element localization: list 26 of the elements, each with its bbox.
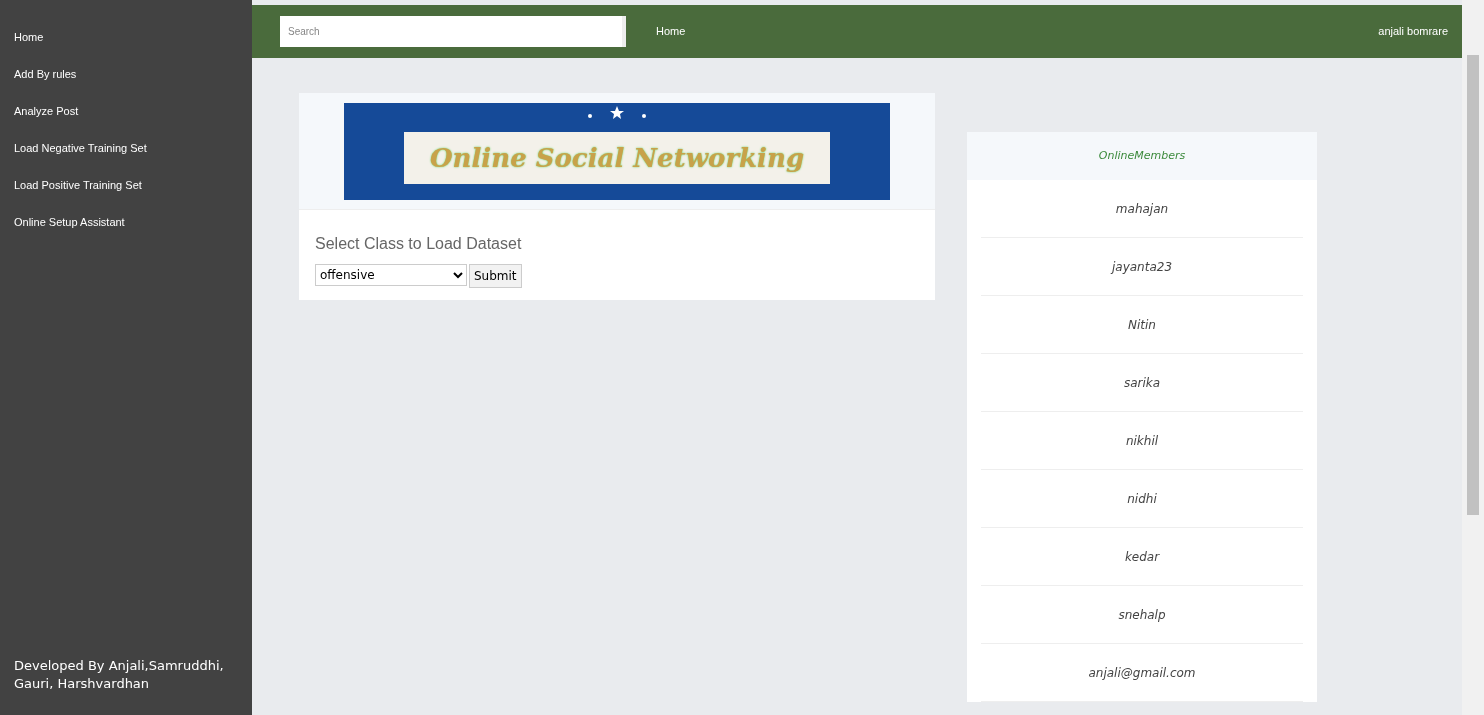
submit-button[interactable]: Submit — [469, 264, 522, 288]
member-name[interactable]: sarika — [1123, 373, 1161, 392]
member-name[interactable]: jayanta23 — [1111, 257, 1173, 276]
member-name[interactable]: mahajan — [1115, 199, 1169, 218]
nav-link[interactable]: Home — [656, 23, 686, 40]
member-name[interactable]: nikhil — [1125, 431, 1159, 450]
member-name[interactable]: snehalp — [1118, 605, 1166, 624]
class-select[interactable]: offensive — [315, 264, 467, 286]
search-field[interactable]: Search — [280, 16, 626, 47]
sidebar-link[interactable]: Home — [14, 28, 44, 47]
sidebar-link[interactable]: Load Negative Training Set — [14, 139, 147, 158]
scrollbar-thumb[interactable] — [1467, 55, 1479, 515]
banner-title: Online Social Networking — [429, 141, 805, 175]
user-name[interactable]: anjali bomrare — [1378, 23, 1448, 40]
sidebar-link[interactable]: Add By rules — [14, 65, 77, 84]
panel-title: OnlineMembers — [1098, 147, 1186, 164]
member-name[interactable]: kedar — [1124, 547, 1160, 566]
sidebar-link[interactable]: Analyze Post — [14, 102, 79, 121]
sidebar-link[interactable]: Online Setup Assistant — [14, 213, 125, 232]
form-label: Select Class to Load Dataset — [315, 234, 523, 254]
member-name[interactable]: Nitin — [1128, 315, 1156, 334]
member-name[interactable]: nidhi — [1127, 489, 1157, 508]
sidebar-link[interactable]: Load Positive Training Set — [14, 176, 142, 195]
member-name[interactable]: anjali@gmail.com — [1088, 663, 1196, 682]
scrollbar[interactable] — [1462, 0, 1484, 715]
credits-text: Developed By Anjali,Samruddhi, Gauri, Harshvardhan — [14, 657, 225, 693]
